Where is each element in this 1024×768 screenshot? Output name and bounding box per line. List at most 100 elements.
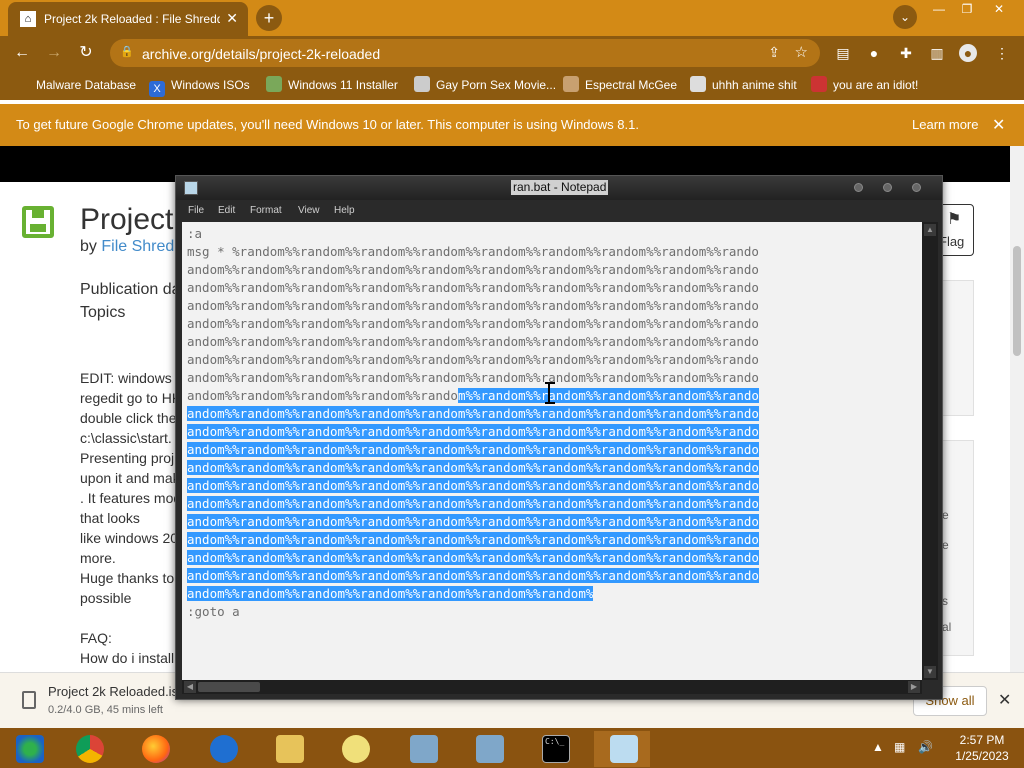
notepad-window: ran.bat - Notepad File Edit Format View … bbox=[175, 175, 943, 700]
bookmark-malware-database[interactable]: Malware Database bbox=[14, 76, 136, 94]
menu-format[interactable]: Format bbox=[250, 205, 282, 216]
windows-media-center-icon bbox=[16, 735, 44, 763]
taskbar-firefox[interactable] bbox=[126, 731, 182, 767]
text-line: :a bbox=[187, 225, 920, 243]
text-line: andom%%random%%random%%random%%random%%r… bbox=[187, 261, 920, 279]
text-line: andom%%random%%random%%random%%random%%r… bbox=[187, 549, 920, 567]
reload-button[interactable]: ↻ bbox=[75, 42, 97, 64]
internet-explorer-icon bbox=[210, 735, 238, 763]
author-link[interactable]: File Shred bbox=[101, 238, 174, 255]
horizontal-scroll-thumb[interactable] bbox=[198, 682, 260, 692]
menu-file[interactable]: File bbox=[188, 205, 204, 216]
scroll-right-arrow-icon[interactable]: ▶ bbox=[908, 681, 920, 693]
description-line: regedit go to HK bbox=[80, 390, 182, 406]
chrome-menu-icon[interactable]: ⋮ bbox=[993, 44, 1011, 62]
back-button[interactable]: ← bbox=[11, 42, 33, 64]
description-line: that looks bbox=[80, 510, 140, 526]
taskbar-chrome[interactable] bbox=[60, 731, 116, 767]
text-line: andom%%random%%random%%random%%random%%r… bbox=[187, 405, 920, 423]
scroll-left-arrow-icon[interactable]: ◀ bbox=[184, 681, 196, 693]
side-panel-icon[interactable]: ▥ bbox=[928, 44, 946, 62]
profile-avatar-icon[interactable]: ● bbox=[959, 44, 977, 62]
notepad-maximize-button[interactable] bbox=[883, 183, 892, 192]
author-line: by File Shred bbox=[80, 238, 175, 255]
infobar-close-icon[interactable]: ✕ bbox=[992, 115, 1005, 135]
taskbar-network-tool[interactable] bbox=[394, 731, 450, 767]
extensions-puzzle-icon[interactable]: ✚ bbox=[897, 44, 915, 62]
selected-text: andom%%random%%random%%random%%random%%r… bbox=[187, 514, 759, 529]
bookmark-espectral-mcgee[interactable]: Espectral McGee bbox=[563, 76, 677, 94]
selected-text: andom%%random%%random%%random%%random%%r… bbox=[187, 460, 759, 475]
download-file-name[interactable]: Project 2k Reloaded.iso bbox=[48, 684, 185, 699]
clock-time: 2:57 PM bbox=[959, 733, 1005, 747]
tab-close-icon[interactable]: ✕ bbox=[226, 10, 238, 27]
show-hidden-icons[interactable]: ▲ bbox=[872, 740, 884, 754]
page-scrollbar[interactable] bbox=[1010, 146, 1024, 672]
taskbar-weather[interactable] bbox=[326, 731, 382, 767]
firefox-icon bbox=[142, 735, 170, 763]
infobar-message: To get future Google Chrome updates, you… bbox=[16, 117, 639, 132]
notepad-vertical-scrollbar[interactable]: ▲ ▼ bbox=[922, 222, 938, 680]
bookmark-you-are-an-idiot[interactable]: you are an idiot! bbox=[811, 76, 918, 94]
page-scrollbar-thumb[interactable] bbox=[1013, 246, 1021, 356]
notepad-text-area[interactable]: :a msg * %random%%random%%random%%random%… bbox=[182, 222, 922, 680]
volume-icon[interactable]: 🔊 bbox=[918, 740, 933, 754]
scroll-down-arrow-icon[interactable]: ▼ bbox=[924, 666, 936, 678]
taskbar-notepad[interactable] bbox=[594, 731, 650, 767]
notepad-horizontal-scrollbar[interactable]: ◀ ▶ bbox=[182, 680, 922, 694]
profile-extension-icon[interactable]: ● bbox=[865, 44, 883, 62]
network-status-icon[interactable]: ▦ bbox=[894, 740, 905, 754]
side-text: e bbox=[942, 508, 949, 522]
line-text: andom%%random%%random%%random%%random%%r… bbox=[187, 370, 759, 385]
taskbar-file-explorer[interactable] bbox=[260, 731, 316, 767]
selected-text: andom%%random%%random%%random%%random%%r… bbox=[187, 424, 759, 439]
close-window-button[interactable]: ✕ bbox=[986, 0, 1012, 18]
image-icon bbox=[266, 76, 282, 92]
notepad-minimize-button[interactable] bbox=[854, 183, 863, 192]
new-tab-button[interactable]: + bbox=[256, 5, 282, 31]
command-prompt-icon: C:\_ bbox=[542, 735, 570, 763]
minimize-button[interactable]: — bbox=[926, 0, 952, 18]
menu-help[interactable]: Help bbox=[334, 205, 355, 216]
address-bar[interactable]: 🔒 archive.org/details/project-2k-reloade… bbox=[110, 39, 820, 67]
system-clock[interactable]: 2:57 PM 1/25/2023 bbox=[944, 732, 1020, 764]
notepad-close-button[interactable] bbox=[912, 183, 921, 192]
share-icon[interactable]: ⇪ bbox=[768, 44, 780, 61]
taskbar-internet-explorer[interactable] bbox=[194, 731, 250, 767]
x-icon: X bbox=[149, 81, 165, 97]
flag-icon bbox=[811, 76, 827, 92]
restore-button[interactable]: ❐ bbox=[954, 0, 980, 18]
bookmark-star-icon[interactable]: ☆ bbox=[795, 43, 808, 61]
line-text: andom%%random%%random%%random%%random%%r… bbox=[187, 334, 759, 349]
tab-search-button[interactable]: ⌄ bbox=[893, 5, 917, 29]
taskbar-network-tool[interactable] bbox=[460, 731, 516, 767]
bookmark-windows-11-installer[interactable]: Windows 11 Installer bbox=[266, 76, 398, 94]
avatar-icon bbox=[414, 76, 430, 92]
bookmark-windows-isos[interactable]: X Windows ISOs bbox=[149, 76, 250, 97]
text-line: andom%%random%%random%%random%%random%%r… bbox=[187, 441, 920, 459]
taskbar-command-prompt[interactable]: C:\_ bbox=[526, 731, 582, 767]
description-line: more. bbox=[80, 550, 116, 566]
text-line: andom%%random%%random%%random%%random%%r… bbox=[187, 585, 920, 603]
description-line: possible bbox=[80, 590, 132, 606]
url-text: archive.org/details/project-2k-reloaded bbox=[142, 46, 381, 62]
notepad-icon bbox=[184, 181, 198, 195]
description-line: c:\classic\start. bbox=[80, 430, 172, 446]
line-text: andom%%random%%random%%random%%random%%r… bbox=[187, 280, 759, 295]
tab-project-2k[interactable]: ⌂ Project 2k Reloaded : File Shredder ✕ bbox=[8, 2, 248, 36]
forward-button[interactable]: → bbox=[43, 42, 65, 64]
notepad-titlebar[interactable]: ran.bat - Notepad bbox=[176, 176, 942, 200]
bookmark-anime[interactable]: uhhh anime shit bbox=[690, 76, 797, 94]
menu-edit[interactable]: Edit bbox=[218, 205, 235, 216]
notepad-icon bbox=[610, 735, 638, 763]
topics-label: Topics bbox=[80, 304, 126, 321]
menu-view[interactable]: View bbox=[298, 205, 320, 216]
taskbar-windows-media-center[interactable] bbox=[0, 731, 56, 767]
text-line: andom%%random%%random%%random%%random%%r… bbox=[187, 423, 920, 441]
extension-flag-icon[interactable]: ▤ bbox=[834, 44, 852, 62]
bookmark-movie[interactable]: Gay Porn Sex Movie... bbox=[414, 76, 556, 94]
learn-more-link[interactable]: Learn more bbox=[912, 117, 978, 132]
scroll-up-arrow-icon[interactable]: ▲ bbox=[924, 224, 936, 236]
text-line: andom%%random%%random%%random%%random%%r… bbox=[187, 297, 920, 315]
downloads-close-icon[interactable]: ✕ bbox=[998, 690, 1011, 710]
